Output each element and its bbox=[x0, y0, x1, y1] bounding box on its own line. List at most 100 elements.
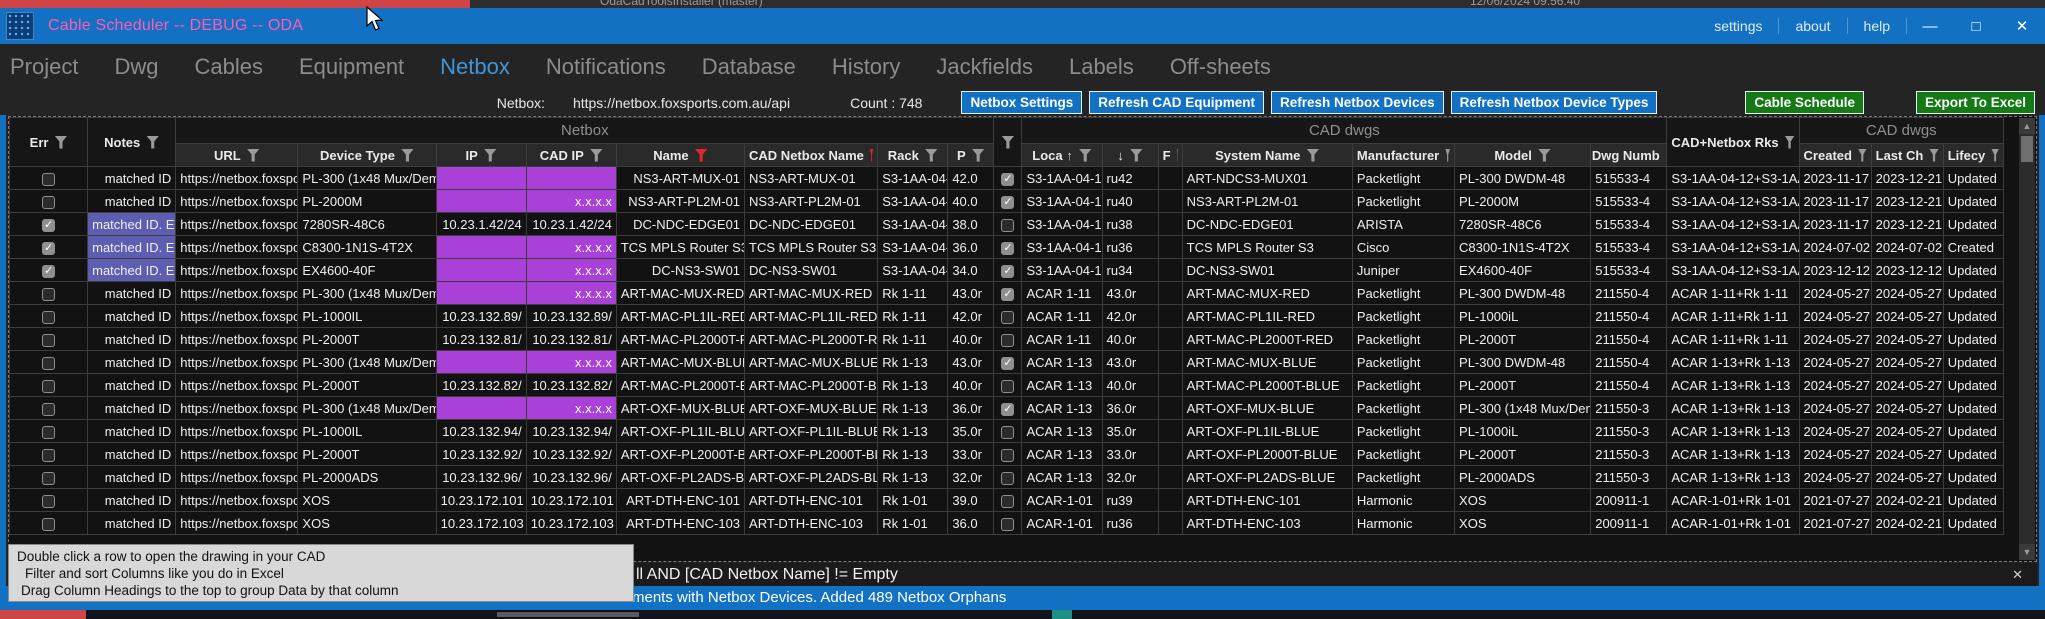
refresh-netbox-devices-button[interactable]: Refresh Netbox Devices bbox=[1271, 91, 1444, 114]
cell-f[interactable] bbox=[1158, 282, 1182, 305]
cell-cad_ip[interactable]: 10.23.132.92/ bbox=[526, 443, 616, 466]
cell-pos[interactable]: 38.0 bbox=[948, 213, 994, 236]
table-row[interactable]: matched IDhttps://netbox.foxsporPL-1000I… bbox=[10, 420, 2004, 443]
cell-name[interactable]: ART-OXF-PL2ADS-BLUE bbox=[616, 466, 744, 489]
cell-ru[interactable]: 33.0r bbox=[1102, 443, 1158, 466]
cell-f[interactable] bbox=[1158, 167, 1182, 190]
cell-rks[interactable]: ACAR 1-13+Rk 1-13 bbox=[1667, 443, 1799, 466]
cell-system_name[interactable]: TCS MPLS Router S3 bbox=[1182, 236, 1352, 259]
filter-icon[interactable] bbox=[1858, 149, 1867, 162]
menu-item-database[interactable]: Database bbox=[702, 54, 796, 80]
cell-rks[interactable]: ACAR 1-13+Rk 1-13 bbox=[1667, 374, 1799, 397]
checkbox[interactable] bbox=[1001, 495, 1014, 508]
column-header-lifecycle[interactable]: Lifecy bbox=[1943, 144, 2003, 167]
cell-cad_ip[interactable]: 10.23.1.42/24 bbox=[526, 213, 616, 236]
cell-notes[interactable]: matched ID bbox=[88, 374, 176, 397]
column-header-created[interactable]: Created bbox=[1799, 144, 1871, 167]
cell-cad_netbox_name[interactable]: DC-NDC-EDGE01 bbox=[745, 213, 878, 236]
cell-lifecycle[interactable]: Updated bbox=[1943, 259, 2003, 282]
cell-chk[interactable]: ✓ bbox=[994, 236, 1022, 259]
cell-url[interactable]: https://netbox.foxspor bbox=[176, 443, 298, 466]
cell-err[interactable] bbox=[10, 443, 88, 466]
cell-loca[interactable]: ACAR 1-13 bbox=[1022, 443, 1102, 466]
cell-ip[interactable] bbox=[436, 282, 526, 305]
cell-chk[interactable] bbox=[994, 213, 1022, 236]
cell-rks[interactable]: S3-1AA-04-12+S3-1AA bbox=[1667, 259, 1799, 282]
cell-system_name[interactable]: ART-OXF-PL1IL-BLUE bbox=[1182, 420, 1352, 443]
cell-last_ch[interactable]: 2024-05-27 bbox=[1871, 466, 1943, 489]
cell-lifecycle[interactable]: Updated bbox=[1943, 420, 2003, 443]
cell-ip[interactable]: 10.23.132.96/ bbox=[436, 466, 526, 489]
scroll-down-icon[interactable]: ▼ bbox=[2019, 544, 2035, 560]
cell-chk[interactable] bbox=[994, 489, 1022, 512]
cell-name[interactable]: ART-MAC-PL2000T-RED bbox=[616, 328, 744, 351]
cell-device_type[interactable]: PL-2000T bbox=[298, 374, 436, 397]
cell-cad_ip[interactable]: x.x.x.x bbox=[526, 282, 616, 305]
cell-pos[interactable]: 36.0r bbox=[948, 397, 994, 420]
table-row[interactable]: matched IDhttps://netbox.foxsporXOS10.23… bbox=[10, 512, 2004, 535]
cell-created[interactable]: 2024-05-27 bbox=[1799, 420, 1871, 443]
cell-pos[interactable]: 40.0r bbox=[948, 328, 994, 351]
cell-rack[interactable]: Rk 1-13 bbox=[878, 351, 948, 374]
cell-ip[interactable]: 10.23.132.89/ bbox=[436, 305, 526, 328]
cell-rack[interactable]: S3-1AA-04- bbox=[878, 190, 948, 213]
cell-cad_netbox_name[interactable]: ART-MAC-PL1IL-RED bbox=[745, 305, 878, 328]
cell-system_name[interactable]: DC-NDC-EDGE01 bbox=[1182, 213, 1352, 236]
checkbox[interactable] bbox=[42, 518, 55, 531]
cell-ip[interactable]: 10.23.132.94/ bbox=[436, 420, 526, 443]
cell-cad_netbox_name[interactable]: ART-MAC-PL2000T-RED bbox=[745, 328, 878, 351]
cell-system_name[interactable]: NS3-ART-PL2M-01 bbox=[1182, 190, 1352, 213]
settings-link[interactable]: settings bbox=[1698, 18, 1778, 34]
cell-name[interactable]: ART-MAC-MUX-RED bbox=[616, 282, 744, 305]
cell-chk[interactable] bbox=[994, 420, 1022, 443]
cell-lifecycle[interactable]: Updated bbox=[1943, 397, 2003, 420]
cell-cad_netbox_name[interactable]: ART-MAC-MUX-BLUE bbox=[745, 351, 878, 374]
cell-loca[interactable]: S3-1AA-04-1 bbox=[1022, 190, 1102, 213]
table-row[interactable]: ✓matched ID. Erhttps://netbox.foxsporEX4… bbox=[10, 259, 2004, 282]
cell-model[interactable]: XOS bbox=[1455, 489, 1591, 512]
cell-rks[interactable]: ACAR 1-11+Rk 1-11 bbox=[1667, 328, 1799, 351]
cell-manufacturer[interactable]: Packetlight bbox=[1352, 374, 1454, 397]
column-header-loca[interactable]: Loca ↑ bbox=[1022, 144, 1102, 167]
cell-rack[interactable]: S3-1AA-04- bbox=[878, 213, 948, 236]
cell-url[interactable]: https://netbox.foxspor bbox=[176, 420, 298, 443]
checkbox[interactable] bbox=[1001, 334, 1014, 347]
cell-url[interactable]: https://netbox.foxspor bbox=[176, 282, 298, 305]
cell-name[interactable]: DC-NS3-SW01 bbox=[616, 259, 744, 282]
cell-created[interactable]: 2021-07-27 bbox=[1799, 512, 1871, 535]
cell-rks[interactable]: S3-1AA-04-12+S3-1AA bbox=[1667, 190, 1799, 213]
cell-ru[interactable]: 40.0r bbox=[1102, 374, 1158, 397]
menu-item-netbox[interactable]: Netbox bbox=[440, 54, 510, 80]
column-header-err[interactable]: Err bbox=[10, 118, 88, 167]
checkbox[interactable]: ✓ bbox=[1001, 173, 1014, 186]
cell-lifecycle[interactable]: Updated bbox=[1943, 167, 2003, 190]
cell-err[interactable] bbox=[10, 351, 88, 374]
cell-dwg_num[interactable]: 200911-1 bbox=[1591, 489, 1667, 512]
cell-last_ch[interactable]: 2023-12-21 bbox=[1871, 190, 1943, 213]
cell-loca[interactable]: ACAR 1-11 bbox=[1022, 328, 1102, 351]
cell-ip[interactable]: 10.23.1.42/24 bbox=[436, 213, 526, 236]
cell-created[interactable]: 2021-07-27 bbox=[1799, 489, 1871, 512]
checkbox[interactable] bbox=[42, 426, 55, 439]
cell-created[interactable]: 2024-05-27 bbox=[1799, 282, 1871, 305]
cell-notes[interactable]: matched ID bbox=[88, 489, 176, 512]
checkbox[interactable] bbox=[1001, 426, 1014, 439]
cell-f[interactable] bbox=[1158, 397, 1182, 420]
cell-last_ch[interactable]: 2024-05-27 bbox=[1871, 420, 1943, 443]
cell-dwg_num[interactable]: 211550-4 bbox=[1591, 282, 1667, 305]
cell-ru[interactable]: 36.0r bbox=[1102, 397, 1158, 420]
cell-f[interactable] bbox=[1158, 213, 1182, 236]
cell-url[interactable]: https://netbox.foxspor bbox=[176, 466, 298, 489]
cell-notes[interactable]: matched ID. Er bbox=[88, 213, 176, 236]
cell-notes[interactable]: matched ID bbox=[88, 351, 176, 374]
cell-created[interactable]: 2024-05-27 bbox=[1799, 305, 1871, 328]
cell-dwg_num[interactable]: 211550-4 bbox=[1591, 374, 1667, 397]
checkbox[interactable] bbox=[42, 380, 55, 393]
checkbox[interactable]: ✓ bbox=[42, 265, 55, 278]
checkbox[interactable]: ✓ bbox=[1001, 242, 1014, 255]
cell-name[interactable]: NS3-ART-MUX-01 bbox=[616, 167, 744, 190]
cell-err[interactable] bbox=[10, 190, 88, 213]
column-header-manufacturer[interactable]: Manufacturer bbox=[1352, 144, 1454, 167]
cell-pos[interactable]: 43.0r bbox=[948, 282, 994, 305]
cell-device_type[interactable]: PL-2000T bbox=[298, 443, 436, 466]
